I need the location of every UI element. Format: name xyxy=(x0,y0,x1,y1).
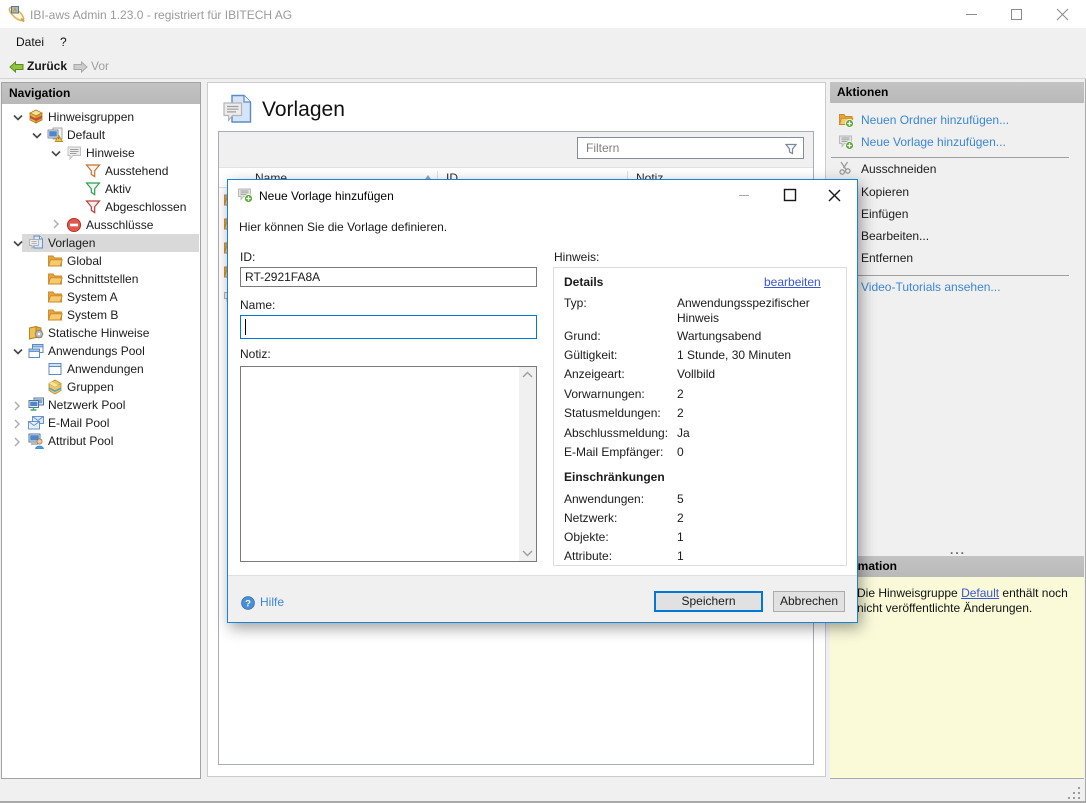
svg-text:?: ? xyxy=(245,599,251,610)
